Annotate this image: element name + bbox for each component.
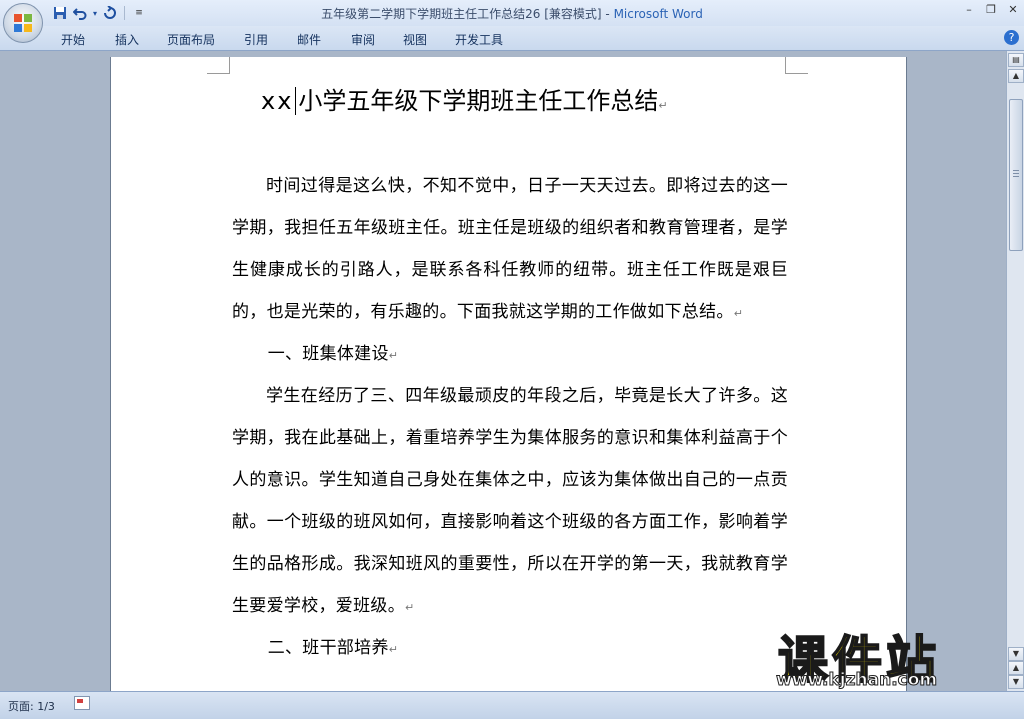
previous-page-icon[interactable]: ▲ [1008,661,1024,675]
grip-line [1013,173,1019,174]
scroll-down-icon[interactable]: ▼ [1008,647,1024,661]
section-heading-text: 一、班集体建设 [267,344,389,364]
watermark-url: www.kjzhan.com [775,670,938,691]
crop-mark-top-right [785,57,808,74]
body-paragraph: 时间过得是这么快，不知不觉中，日子一天天过去。即将过去的这一学期，我担任五年级班… [232,165,788,335]
close-icon[interactable]: ✕ [1006,3,1020,16]
grip-line [1013,176,1019,177]
title-separator: - [601,7,614,21]
next-page-icon[interactable]: ▼ [1008,675,1024,689]
text-cursor [295,87,297,115]
paragraph-text: 学生在经历了三、四年级最顽皮的年段之后，毕竟是长大了许多。这学期，我在此基础上，… [232,386,788,616]
tab-page-layout[interactable]: 页面布局 [167,31,215,48]
title-bar: ▾ ≡ 五年级第二学期下学期班主任工作总结26 [兼容模式] - Microso… [0,0,1024,26]
paragraph-mark: ↵ [405,601,415,614]
tab-view[interactable]: 视图 [403,31,427,48]
heading-prefix: xx [261,87,294,115]
body-paragraph: 学生在经历了三、四年级最顽皮的年段之后，毕竟是长大了许多。这学期，我在此基础上，… [232,375,788,629]
app-name: Microsoft Word [613,7,703,21]
tab-developer[interactable]: 开发工具 [455,31,503,48]
section-heading-text: 二、班干部培养 [267,638,389,658]
page-indicator[interactable]: 页面: 1/3 [8,698,55,714]
maximize-icon[interactable]: ❐ [984,3,998,16]
ribbon-tabs: 开始 插入 页面布局 引用 邮件 审阅 视图 开发工具 ? [0,26,1024,51]
section-heading: 二、班干部培养↵ [232,629,788,669]
vertical-scrollbar[interactable]: ▤ ▲ ▼ ▲ ▼ [1006,51,1024,691]
tab-insert[interactable]: 插入 [115,31,139,48]
document-body: 时间过得是这么快，不知不觉中，日子一天天过去。即将过去的这一学期，我担任五年级班… [232,165,788,669]
proofing-icon[interactable] [74,696,90,710]
watermark-logo: 课件站 www.kjzhan.com [770,620,1010,691]
tab-review[interactable]: 审阅 [351,31,375,48]
document-name: 五年级第二学期下学期班主任工作总结26 [兼容模式] [321,7,602,21]
tab-references[interactable]: 引用 [244,31,268,48]
paragraph-mark: ↵ [388,643,399,656]
office-button[interactable] [3,3,43,43]
paragraph-mark: ↵ [658,99,668,112]
tab-home[interactable]: 开始 [61,31,85,48]
paragraph-mark: ↵ [733,307,744,320]
window-controls: – ❐ ✕ [962,3,1020,16]
grip-line [1013,170,1019,171]
document-page[interactable]: xx 小学五年级下学期班主任工作总结↵ 时间过得是这么快，不知不觉中，日子一天天过… [110,57,907,697]
paragraph-mark: ↵ [388,349,399,362]
status-bar: 页面: 1/3 [0,691,1024,719]
help-button[interactable]: ? [1004,30,1019,45]
office-logo-icon [14,14,32,32]
minimize-icon[interactable]: – [962,3,976,16]
tab-mailings[interactable]: 邮件 [297,31,321,48]
scroll-thumb[interactable] [1009,99,1023,251]
heading-text: 小学五年级下学期班主任工作总结 [298,87,659,115]
ruler-toggle-icon[interactable]: ▤ [1008,53,1024,67]
section-heading: 一、班集体建设↵ [232,335,788,375]
scroll-up-icon[interactable]: ▲ [1008,69,1024,83]
window-title: 五年级第二学期下学期班主任工作总结26 [兼容模式] - Microsoft W… [0,5,1024,22]
paragraph-text: 时间过得是这么快，不知不觉中，日子一天天过去。即将过去的这一学期，我担任五年级班… [232,176,788,322]
crop-mark-top-left [207,57,230,74]
document-heading: xx 小学五年级下学期班主任工作总结↵ [261,81,668,116]
